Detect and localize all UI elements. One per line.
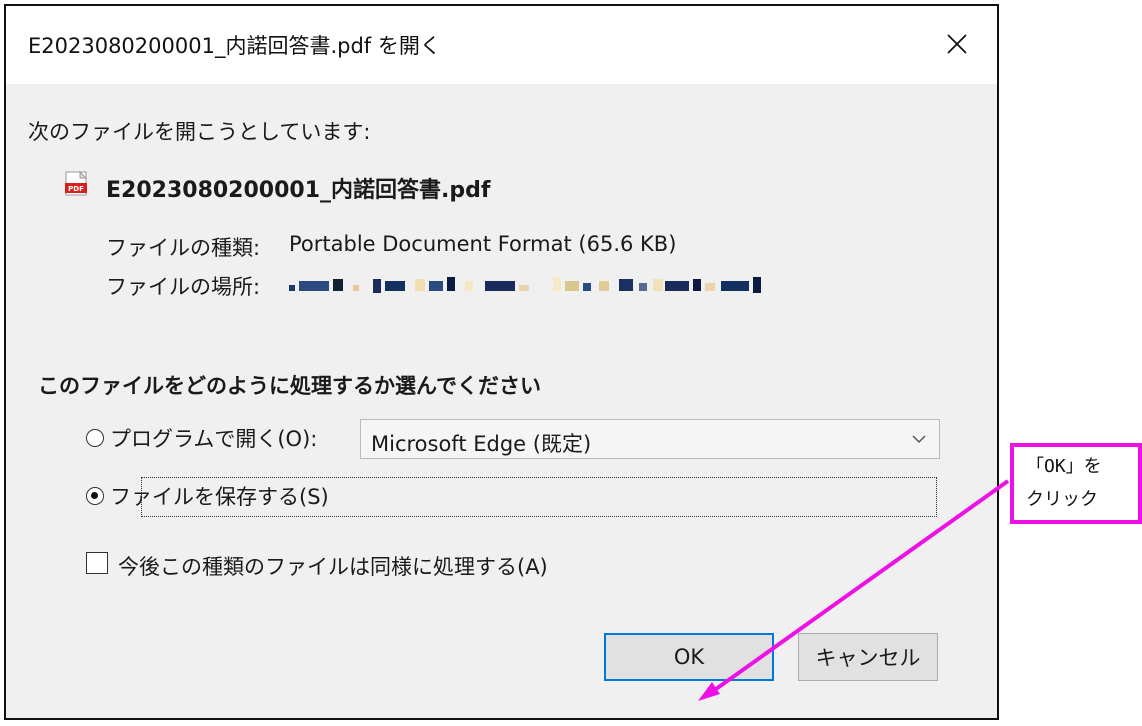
annotation-arrow xyxy=(698,479,1010,701)
